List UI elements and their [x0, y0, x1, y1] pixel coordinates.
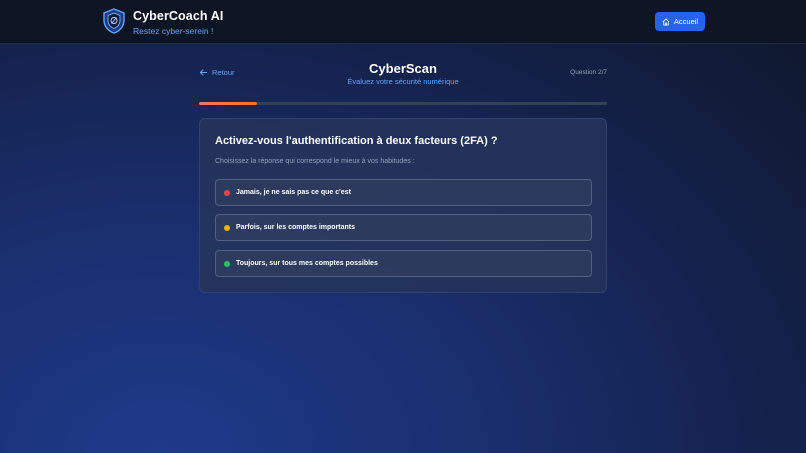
answer-option-never[interactable]: Jamais, je ne sais pas ce que c'est: [215, 179, 592, 206]
status-dot-red: [224, 189, 230, 196]
question-instruction: Choisissez la réponse qui correspond le …: [215, 158, 415, 165]
status-dot-green: [224, 260, 230, 267]
progress-bar: [199, 102, 607, 105]
home-button[interactable]: Accueil: [655, 12, 705, 31]
question-text: Activez-vous l'authentification à deux f…: [215, 135, 498, 147]
answer-option-label: Parfois, sur les comptes importants: [236, 224, 356, 231]
answer-option-always[interactable]: Toujours, sur tous mes comptes possibles: [215, 250, 592, 277]
question-counter: Question 2/7: [570, 69, 607, 76]
shield-icon: [102, 8, 126, 34]
app-header: CyberCoach AI Restez cyber-serein ! Accu…: [0, 0, 806, 44]
home-icon: [662, 18, 670, 25]
page-subtitle: Évaluez votre sécurité numérique: [347, 77, 459, 86]
answer-option-label: Jamais, je ne sais pas ce que c'est: [236, 189, 351, 196]
progress-fill: [199, 102, 258, 105]
brand-title: CyberCoach AI: [133, 9, 224, 23]
page-title: CyberScan: [369, 61, 437, 76]
question-card: Activez-vous l'authentification à deux f…: [199, 118, 607, 293]
home-button-label: Accueil: [673, 17, 699, 26]
answer-option-sometimes[interactable]: Parfois, sur les comptes importants: [215, 214, 592, 241]
brand-subtitle: Restez cyber-serein !: [133, 26, 214, 36]
answer-option-label: Toujours, sur tous mes comptes possibles: [236, 260, 378, 267]
status-dot-yellow: [224, 224, 230, 231]
